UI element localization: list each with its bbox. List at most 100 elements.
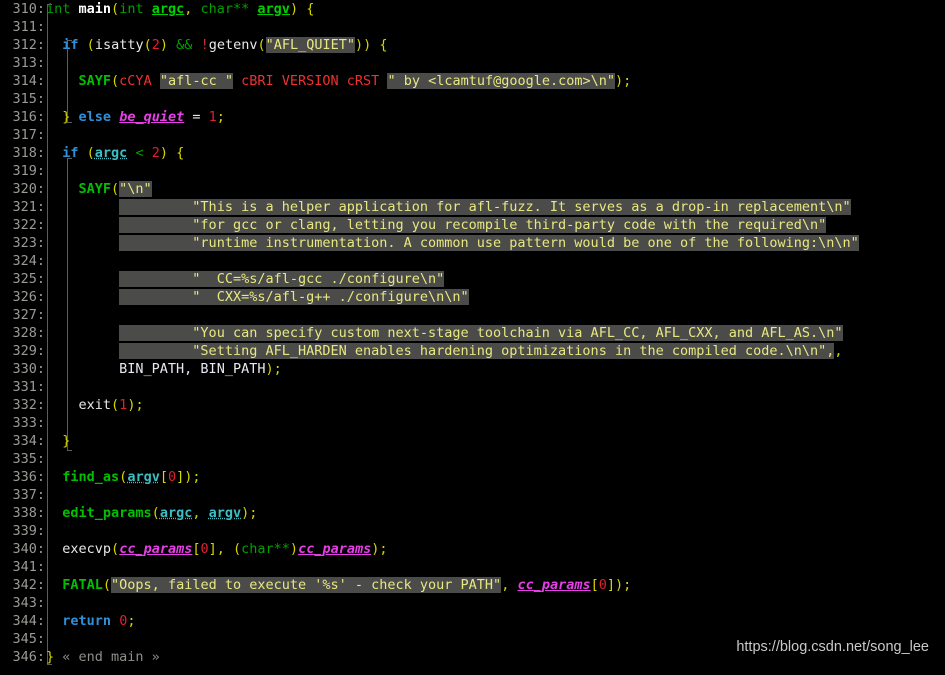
code-line-318[interactable]: if (argc < 2) { (46, 144, 945, 162)
line-number: 336: (12, 469, 45, 485)
tok-macro-ccya: cCYA (119, 73, 152, 89)
line-number: 335: (12, 451, 45, 467)
tok-brace-open: { (298, 1, 315, 17)
code-line-317[interactable] (46, 126, 945, 144)
tok-semicolon: ; (216, 109, 225, 125)
tok-param-argv: argv (257, 1, 290, 17)
tok-indent (46, 217, 119, 233)
tok-indent (46, 271, 119, 287)
code-line-342[interactable]: FATAL("Oops, failed to execute '%s' - ch… (46, 576, 945, 594)
tok-paren: ( (257, 37, 266, 53)
line-number: 312: (12, 37, 45, 53)
line-number: 324: (12, 253, 45, 269)
line-number: 325: (12, 271, 45, 287)
tok-tail: ); (127, 397, 144, 413)
code-line-325[interactable]: " CC=%s/afl-gcc ./configure\n" (46, 270, 945, 288)
tok-op-not: ! (200, 37, 209, 53)
code-line-316[interactable]: } else be_quiet = 1; (46, 108, 945, 126)
code-line-323[interactable]: "runtime instrumentation. A common use p… (46, 234, 945, 252)
line-number: 315: (12, 91, 45, 107)
tok-paren: ( (111, 73, 120, 89)
code-line-320[interactable]: SAYF("\n" (46, 180, 945, 198)
tok-indent (46, 433, 62, 449)
code-line-319[interactable] (46, 162, 945, 180)
tok-num-2: 2 (151, 37, 160, 53)
code-line-341[interactable] (46, 558, 945, 576)
tok-tail: ); (371, 541, 388, 557)
code-line-330[interactable]: BIN_PATH, BIN_PATH); (46, 360, 945, 378)
tok-comma: , (501, 577, 518, 593)
line-number: 331: (12, 379, 45, 395)
line-number: 339: (12, 523, 45, 539)
code-line-313[interactable] (46, 54, 945, 72)
code-line-331[interactable] (46, 378, 945, 396)
line-number: 314: (12, 73, 45, 89)
tok-space (168, 37, 176, 53)
code-line-329[interactable]: "Setting AFL_HARDEN enables hardening op… (46, 342, 945, 360)
code-line-339[interactable] (46, 522, 945, 540)
tok-string-runtime-instrumentation: "runtime instrumentation. A common use p… (119, 235, 859, 251)
tok-string-custom-toolchain: "You can specify custom next-stage toolc… (119, 325, 843, 341)
code-line-311[interactable] (46, 18, 945, 36)
tok-string-for-gcc-clang: "for gcc or clang, letting you recompile… (119, 217, 827, 233)
code-line-337[interactable] (46, 486, 945, 504)
tok-space (152, 73, 160, 89)
tok-tail: ]); (606, 577, 632, 593)
line-number: 318: (12, 145, 45, 161)
code-line-312[interactable]: if (isatty(2) && !getenv("AFL_QUIET")) { (46, 36, 945, 54)
line-number-gutter: 310: 311: 312: 313: 314: 315: 316: 317: … (0, 0, 46, 675)
tok-tail: )) { (355, 37, 388, 53)
line-number: 341: (12, 559, 45, 575)
tok-paren: ( (111, 1, 120, 17)
tok-indent (46, 235, 119, 251)
tok-comma: , (184, 1, 201, 17)
tok-paren: ) (159, 37, 169, 53)
line-number: 344: (12, 613, 45, 629)
code-line-326[interactable]: " CXX=%s/afl-g++ ./configure\n\n" (46, 288, 945, 306)
code-line-314[interactable]: SAYF(cCYA "afl-cc " cBRI VERSION cRST " … (46, 72, 945, 90)
code-line-340[interactable]: execvp(cc_params[0], (char**)cc_params); (46, 540, 945, 558)
code-line-334[interactable]: } (46, 432, 945, 450)
tok-op-lt: < (127, 145, 152, 161)
code-line-324[interactable] (46, 252, 945, 270)
code-editor[interactable]: 310: 311: 312: 313: 314: 315: 316: 317: … (0, 0, 945, 675)
code-line-332[interactable]: exit(1); (46, 396, 945, 414)
line-number: 317: (12, 127, 45, 143)
line-number: 337: (12, 487, 45, 503)
tok-kw-return: return (62, 613, 112, 629)
tok-string-cc-configure: " CC=%s/afl-gcc ./configure\n" (119, 271, 445, 287)
tok-var-argv: argv (208, 505, 242, 521)
line-number: 343: (12, 595, 45, 611)
tok-call-exit: exit (78, 397, 112, 413)
code-line-333[interactable] (46, 414, 945, 432)
line-number: 333: (12, 415, 45, 431)
tok-indent (46, 541, 62, 557)
code-line-328[interactable]: "You can specify custom next-stage toolc… (46, 324, 945, 342)
code-content[interactable]: int main(int argc, char** argv) { if (is… (46, 0, 945, 675)
line-number: 311: (12, 19, 45, 35)
code-line-315[interactable] (46, 90, 945, 108)
code-line-338[interactable]: edit_params(argc, argv); (46, 504, 945, 522)
tok-bracket: [ (590, 577, 599, 593)
tok-num-2: 2 (151, 145, 160, 161)
code-line-335[interactable] (46, 450, 945, 468)
tok-indent (46, 505, 62, 521)
code-line-310[interactable]: int main(int argc, char** argv) { (46, 0, 945, 18)
tok-tail: ]); (176, 469, 201, 485)
code-line-322[interactable]: "for gcc or clang, letting you recompile… (46, 216, 945, 234)
tok-var-argc: argc (159, 505, 193, 521)
code-line-336[interactable]: find_as(argv[0]); (46, 468, 945, 486)
tok-kw-else: else (70, 109, 120, 125)
code-line-343[interactable] (46, 594, 945, 612)
tok-indent (46, 199, 119, 215)
tok-paren: ( (78, 145, 95, 161)
tok-paren: ( (151, 505, 160, 521)
tok-string-newline: "\n" (119, 181, 152, 197)
code-line-327[interactable] (46, 306, 945, 324)
code-line-321[interactable]: "This is a helper application for afl-fu… (46, 198, 945, 216)
tok-space (192, 37, 200, 53)
tok-tail: ); (265, 361, 282, 377)
tok-var-cc-params: cc_params (119, 541, 193, 557)
tok-type-int-2: int (119, 1, 144, 17)
code-line-344[interactable]: return 0; (46, 612, 945, 630)
